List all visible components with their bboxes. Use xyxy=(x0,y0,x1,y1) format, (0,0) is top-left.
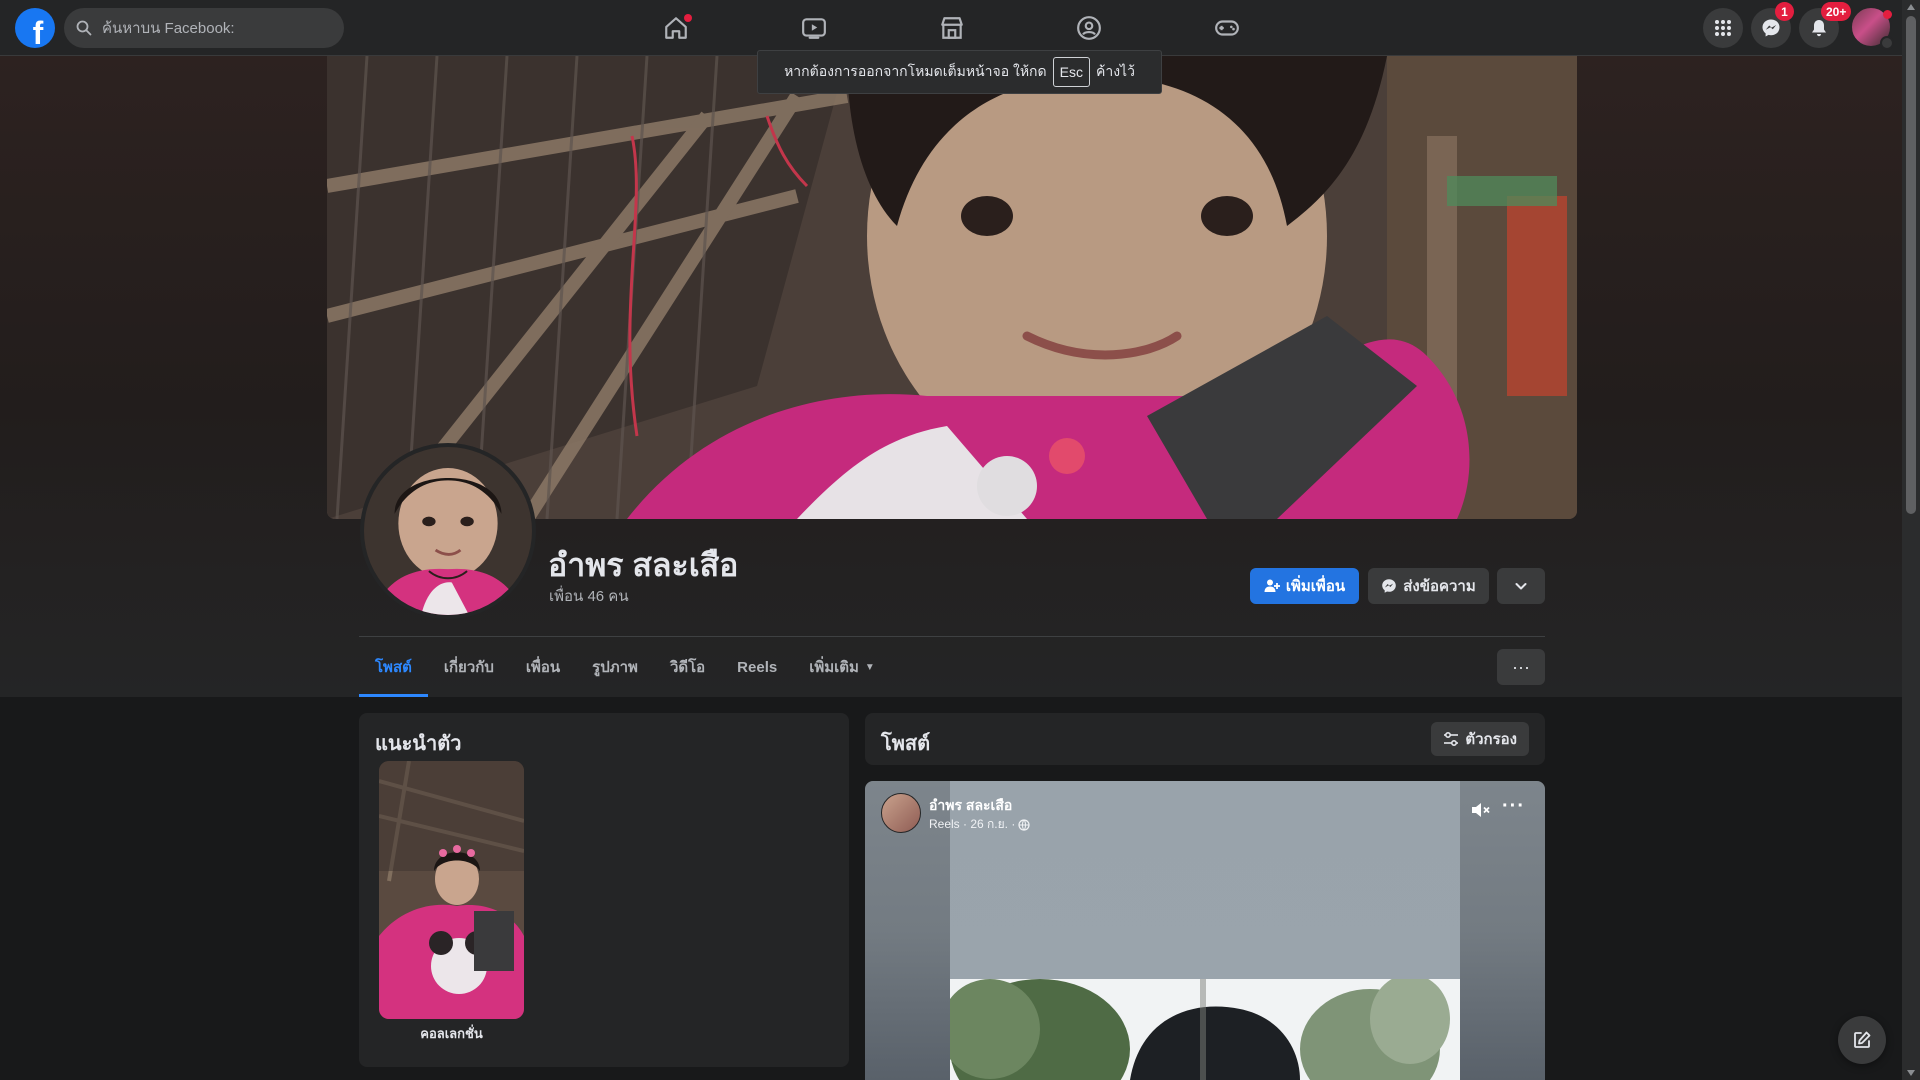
groups-icon xyxy=(1077,16,1101,40)
chevron-down-icon xyxy=(1515,583,1527,590)
add-friend-button[interactable]: เพิ่มเพื่อน xyxy=(1250,568,1359,604)
add-friend-label: เพิ่มเพื่อน xyxy=(1285,578,1346,595)
featured-collection-label[interactable]: คอลเลกชั่น xyxy=(379,1023,524,1044)
notifications-badge: 20+ xyxy=(1821,2,1852,21)
toast-prefix-text: หากต้องการออกจากโหมดเต็มหน้าจอ ให้กด xyxy=(784,63,1047,79)
post-meta-text[interactable]: Reels · 26 ก.ย. · xyxy=(929,815,1015,834)
tab-reels-label: Reels xyxy=(737,658,778,676)
messenger-icon xyxy=(1762,19,1780,37)
scroll-down-arrow-icon[interactable] xyxy=(1907,1070,1915,1076)
post-author-avatar[interactable] xyxy=(881,793,921,833)
gaming-icon xyxy=(1215,20,1239,36)
add-friend-icon xyxy=(1264,579,1280,592)
reel-video-content xyxy=(950,979,1460,1080)
filter-button[interactable]: ตัวกรอง xyxy=(1431,722,1529,756)
posts-header-card: โพสต์ ตัวกรอง xyxy=(865,713,1545,765)
messenger-button[interactable]: 1 xyxy=(1751,2,1794,48)
intro-title: แนะนำตัว xyxy=(375,733,462,755)
esc-key-label: Esc xyxy=(1052,57,1090,87)
cover-photo-image xyxy=(327,56,1577,519)
reel-video-image xyxy=(950,979,1460,1080)
page-scrollbar[interactable] xyxy=(1902,0,1920,1080)
tab-about[interactable]: เกี่ยวกับ xyxy=(428,637,510,697)
filter-label: ตัวกรอง xyxy=(1465,731,1517,748)
profile-tabs: โพสต์ เกี่ยวกับ เพื่อน รูปภาพ วิดีโอ Ree… xyxy=(359,637,891,697)
tabs-overflow-button[interactable]: ··· xyxy=(1497,649,1545,685)
search-icon xyxy=(76,20,92,36)
caret-down-icon: ▼ xyxy=(864,661,875,673)
bell-icon xyxy=(1812,20,1826,37)
tab-reels[interactable]: Reels xyxy=(721,637,793,697)
toast-suffix-text: ค้างไว้ xyxy=(1095,63,1135,79)
nav-tab-groups[interactable] xyxy=(1033,4,1145,52)
account-avatar[interactable] xyxy=(1850,6,1894,50)
fullscreen-exit-toast: หากต้องการออกจากโหมดเต็มหน้าจอ ให้กด Esc… xyxy=(757,50,1162,94)
post-options-button[interactable]: ··· xyxy=(1502,795,1525,818)
video-icon xyxy=(802,18,826,39)
menu-button[interactable] xyxy=(1703,8,1743,48)
tab-more[interactable]: เพิ่มเติม ▼ xyxy=(793,637,891,697)
more-dots-icon: ··· xyxy=(1512,656,1530,677)
scrollbar-thumb[interactable] xyxy=(1906,16,1916,514)
nav-tab-marketplace[interactable] xyxy=(896,4,1008,52)
post-meta: Reels · 26 ก.ย. · xyxy=(929,815,1030,834)
posts-title: โพสต์ xyxy=(881,733,931,755)
send-message-button[interactable]: ส่งข้อความ xyxy=(1368,568,1489,604)
grid-menu-icon xyxy=(1715,20,1731,36)
tab-friends[interactable]: เพื่อน xyxy=(510,637,576,697)
tab-videos[interactable]: วิดีโอ xyxy=(654,637,721,697)
featured-collection-image xyxy=(379,761,524,1019)
featured-collection[interactable] xyxy=(379,761,524,1019)
tab-more-label: เพิ่มเติม xyxy=(809,659,859,676)
mute-icon[interactable] xyxy=(1469,799,1491,821)
globe-icon xyxy=(1018,818,1030,831)
post-author-name[interactable]: อำพร สละเสือ xyxy=(929,795,1012,817)
messenger-icon xyxy=(1382,579,1397,593)
tab-photos-label: รูปภาพ xyxy=(592,659,638,676)
facebook-logo-letter: f xyxy=(32,15,44,48)
nav-tab-watch[interactable] xyxy=(758,4,870,52)
more-dots-icon: ··· xyxy=(1502,795,1525,817)
search-input[interactable] xyxy=(100,18,320,38)
tab-posts-label: โพสต์ xyxy=(375,659,412,676)
nav-tab-home[interactable] xyxy=(620,4,732,52)
scroll-up-arrow-icon[interactable] xyxy=(1907,4,1915,10)
home-notification-dot xyxy=(684,14,692,22)
cover-photo[interactable] xyxy=(327,56,1577,519)
reel-post-card[interactable]: อำพร สละเสือ Reels · 26 ก.ย. · ··· xyxy=(865,781,1545,1080)
filter-icon xyxy=(1444,731,1459,747)
more-actions-button[interactable] xyxy=(1497,568,1545,604)
profile-picture[interactable] xyxy=(360,443,536,619)
send-message-label: ส่งข้อความ xyxy=(1403,578,1476,595)
tab-about-label: เกี่ยวกับ xyxy=(443,659,494,676)
compose-icon xyxy=(1854,1031,1871,1048)
account-notification-dot xyxy=(1883,10,1892,19)
chevron-down-icon xyxy=(1880,36,1894,50)
nav-tab-gaming[interactable] xyxy=(1171,4,1283,52)
marketplace-icon xyxy=(941,17,963,39)
facebook-logo[interactable]: f xyxy=(15,8,55,48)
notifications-button[interactable]: 20+ xyxy=(1799,2,1852,48)
top-navigation-bar: f 1 20+ xyxy=(0,0,1902,56)
tab-posts[interactable]: โพสต์ xyxy=(359,637,428,697)
tab-friends-label: เพื่อน xyxy=(525,659,561,676)
friend-count[interactable]: เพื่อน 46 คน xyxy=(549,584,629,608)
new-message-button[interactable] xyxy=(1838,1016,1886,1064)
tab-videos-label: วิดีโอ xyxy=(669,659,706,676)
tab-photos[interactable]: รูปภาพ xyxy=(576,637,654,697)
messenger-badge: 1 xyxy=(1775,2,1794,21)
profile-picture-image xyxy=(364,447,532,615)
search-box[interactable] xyxy=(64,8,344,48)
intro-card: แนะนำตัว คอลเลกชั่น xyxy=(359,713,849,1067)
